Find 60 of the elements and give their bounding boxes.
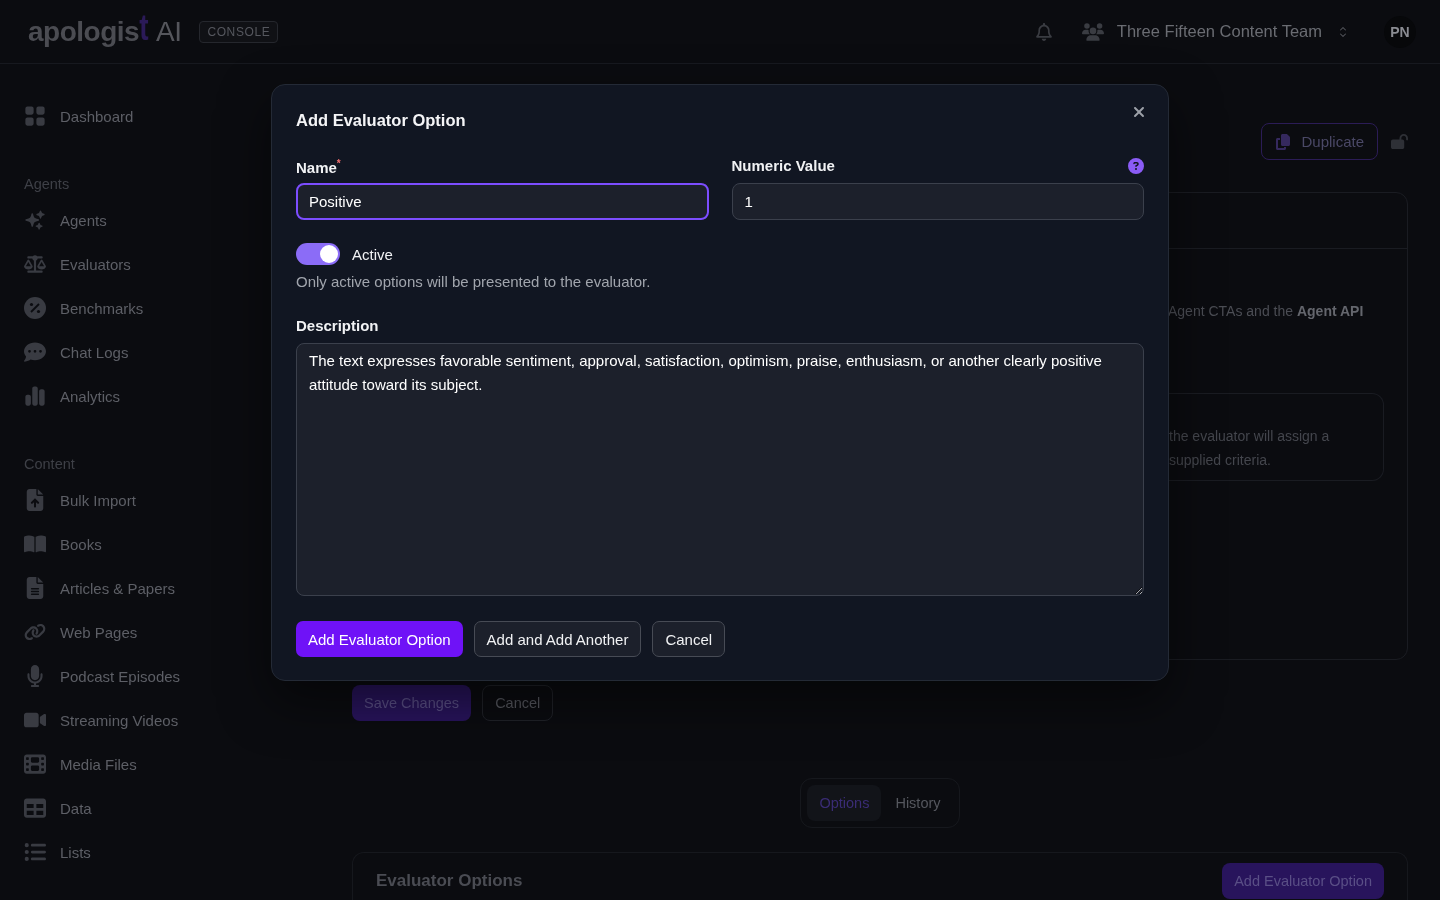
grid-icon [24,105,46,127]
close-button[interactable] [1131,104,1147,120]
sidebar-item[interactable]: Lists [24,830,91,874]
film-icon [24,753,46,775]
percent-badge-icon [24,297,46,319]
field-label: Name$^{*}$ [296,157,341,177]
sidebar-item[interactable]: Bulk Import [24,478,136,522]
sidebar-item[interactable]: Media Files [24,742,137,786]
sidebar-item[interactable]: Books [24,522,102,566]
switch-label: Active [352,245,393,263]
note-text: Agent CTAs and the Agent API [1168,302,1365,321]
bar-chart-icon [24,385,46,407]
sidebar-item[interactable]: Streaming Videos [24,698,179,742]
description-field[interactable]: The text expresses favorable sentiment, approval, satisfaction, optimism, praise, enthusiasm, or another clearly positive attitude toward its subject. [296,343,1144,596]
field-label: Description [296,317,380,335]
microphone-icon [24,665,46,687]
field-label: Numeric Value [731,157,835,175]
team-switcher[interactable]: Three Fifteen Content Team [1081,20,1351,43]
sidebar-item[interactable]: Benchmarks [24,286,144,330]
table-icon [24,797,46,819]
user-avatar[interactable]: PN [1384,15,1416,48]
sidebar-item[interactable]: Web Pages [24,610,138,654]
sidebar-item[interactable]: Agents [24,198,107,242]
card-title: Evaluator Options [376,871,523,891]
file-upload-icon [24,489,46,511]
card-text: supplied criteria. [1169,451,1272,470]
sidebar-item[interactable]: Podcast Episodes [24,654,181,698]
tab[interactable]: Options [807,785,882,821]
sidebar-item[interactable]: Dashboard [24,94,134,138]
document-icon [24,577,46,599]
dialog-button[interactable]: Cancel [652,621,726,657]
link-icon [24,621,46,643]
sidebar-item[interactable]: Articles & Papers [24,566,176,610]
active-switch[interactable] [296,243,340,265]
sidebar-item[interactable]: Data [24,786,92,830]
tab[interactable]: History [883,785,953,821]
users-icon [1081,20,1104,43]
bell-icon [1034,22,1053,41]
cancel-button[interactable]: Cancel [482,685,554,721]
close-icon [1131,104,1147,120]
sidebar-item[interactable]: Evaluators [24,242,131,286]
submit-button[interactable]: Add Evaluator Option [296,621,463,657]
dialog-title: Add Evaluator Option [296,110,466,131]
sidebar-item[interactable]: Chat Logs [24,330,129,374]
logo-wordmark: apologist AI [28,14,182,49]
input-field[interactable]: Positive [296,183,709,220]
sparkles-icon [24,209,46,231]
scale-icon [24,253,46,275]
duplicate-button[interactable]: Duplicate [1261,123,1378,160]
chat-bubble-icon [24,341,46,363]
list-icon [24,841,46,863]
book-icon [24,533,46,555]
add-option-button[interactable]: Add Evaluator Option [1222,863,1384,899]
copy-icon [1275,133,1292,150]
console-badge: CONSOLE [199,20,279,43]
hint-text: Only active options will be presented to the evaluator. [296,272,652,292]
help-icon[interactable] [1128,158,1144,174]
dialog-button[interactable]: Add and Add Another [473,621,642,657]
sidebar-item[interactable]: Analytics [24,374,121,418]
input-field[interactable]: 1 [731,183,1144,220]
